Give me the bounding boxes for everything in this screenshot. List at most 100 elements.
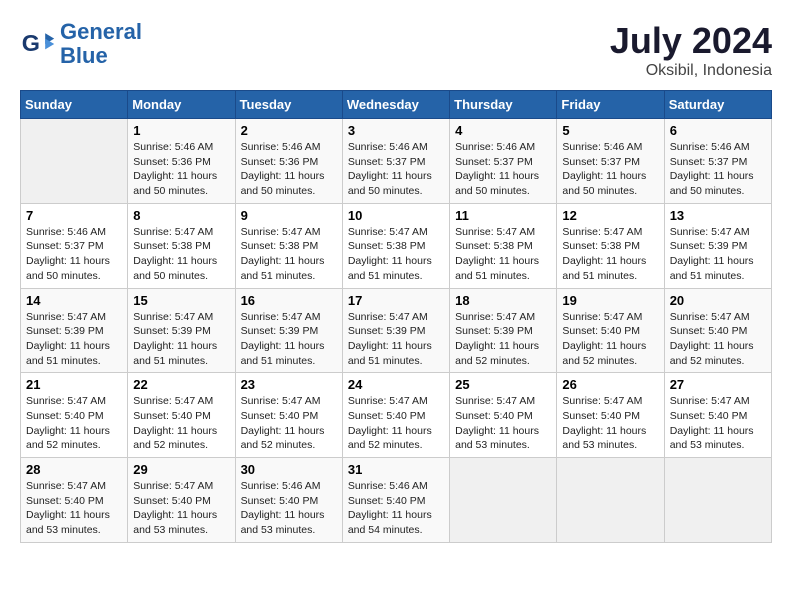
calendar-cell: 27Sunrise: 5:47 AM Sunset: 5:40 PM Dayli… <box>664 373 771 458</box>
logo-text: General Blue <box>60 20 142 68</box>
day-info: Sunrise: 5:47 AM Sunset: 5:38 PM Dayligh… <box>562 225 658 284</box>
day-info: Sunrise: 5:47 AM Sunset: 5:40 PM Dayligh… <box>455 394 551 453</box>
day-info: Sunrise: 5:46 AM Sunset: 5:37 PM Dayligh… <box>455 140 551 199</box>
day-info: Sunrise: 5:47 AM Sunset: 5:40 PM Dayligh… <box>562 310 658 369</box>
title-block: July 2024 Oksibil, Indonesia <box>610 20 772 80</box>
svg-text:G: G <box>22 30 40 56</box>
day-number: 24 <box>348 377 444 392</box>
day-number: 22 <box>133 377 229 392</box>
day-info: Sunrise: 5:47 AM Sunset: 5:39 PM Dayligh… <box>133 310 229 369</box>
day-number: 19 <box>562 293 658 308</box>
day-info: Sunrise: 5:47 AM Sunset: 5:40 PM Dayligh… <box>348 394 444 453</box>
calendar-cell: 4 Sunrise: 5:46 AM Sunset: 5:37 PM Daylig… <box>450 119 557 204</box>
calendar-cell <box>21 119 128 204</box>
day-info: Sunrise: 5:47 AM Sunset: 5:40 PM Dayligh… <box>562 394 658 453</box>
calendar-cell: 31Sunrise: 5:46 AM Sunset: 5:40 PM Dayli… <box>342 458 449 543</box>
calendar-cell: 25Sunrise: 5:47 AM Sunset: 5:40 PM Dayli… <box>450 373 557 458</box>
calendar-cell <box>664 458 771 543</box>
calendar-cell: 19 Sunrise: 5:47 AM Sunset: 5:40 PM Dayli… <box>557 288 664 373</box>
day-info: Sunrise: 5:47 AM Sunset: 5:39 PM Dayligh… <box>670 225 766 284</box>
day-info: Sunrise: 5:46 AM Sunset: 5:40 PM Dayligh… <box>348 479 444 538</box>
header-day: Saturday <box>664 91 771 119</box>
day-number: 21 <box>26 377 122 392</box>
day-info: Sunrise: 5:46 AM Sunset: 5:37 PM Dayligh… <box>670 140 766 199</box>
calendar-cell: 6Sunrise: 5:46 AM Sunset: 5:37 PM Daylig… <box>664 119 771 204</box>
day-number: 20 <box>670 293 766 308</box>
header-day: Tuesday <box>235 91 342 119</box>
calendar-cell: 8Sunrise: 5:47 AM Sunset: 5:38 PM Daylig… <box>128 203 235 288</box>
calendar-cell: 2Sunrise: 5:46 AM Sunset: 5:36 PM Daylig… <box>235 119 342 204</box>
day-number: 14 <box>26 293 122 308</box>
day-info: Sunrise: 5:47 AM Sunset: 5:38 PM Dayligh… <box>455 225 551 284</box>
day-info: Sunrise: 5:46 AM Sunset: 5:36 PM Dayligh… <box>133 140 229 199</box>
day-info: Sunrise: 5:47 AM Sunset: 5:40 PM Dayligh… <box>26 479 122 538</box>
day-number: 12 <box>562 208 658 223</box>
day-info: Sunrise: 5:46 AM Sunset: 5:36 PM Dayligh… <box>241 140 337 199</box>
day-info: Sunrise: 5:47 AM Sunset: 5:40 PM Dayligh… <box>133 479 229 538</box>
day-info: Sunrise: 5:47 AM Sunset: 5:39 PM Dayligh… <box>241 310 337 369</box>
day-number: 30 <box>241 462 337 477</box>
logo: G General Blue <box>20 20 142 68</box>
calendar-cell: 20Sunrise: 5:47 AM Sunset: 5:40 PM Dayli… <box>664 288 771 373</box>
header-day: Sunday <box>21 91 128 119</box>
calendar-body: 1 Sunrise: 5:46 AM Sunset: 5:36 PM Daylig… <box>21 119 772 543</box>
day-info: Sunrise: 5:46 AM Sunset: 5:37 PM Dayligh… <box>562 140 658 199</box>
calendar-cell: 16Sunrise: 5:47 AM Sunset: 5:39 PM Dayli… <box>235 288 342 373</box>
calendar-cell: 23 Sunrise: 5:47 AM Sunset: 5:40 PM Dayli… <box>235 373 342 458</box>
calendar-cell: 18 Sunrise: 5:47 AM Sunset: 5:39 PM Dayli… <box>450 288 557 373</box>
calendar-week-row: 21 Sunrise: 5:47 AM Sunset: 5:40 PM Dayli… <box>21 373 772 458</box>
day-info: Sunrise: 5:46 AM Sunset: 5:37 PM Dayligh… <box>26 225 122 284</box>
header-day: Thursday <box>450 91 557 119</box>
day-number: 1 <box>133 123 229 138</box>
day-number: 26 <box>562 377 658 392</box>
day-number: 29 <box>133 462 229 477</box>
day-info: Sunrise: 5:47 AM Sunset: 5:40 PM Dayligh… <box>241 394 337 453</box>
calendar-week-row: 7 Sunrise: 5:46 AM Sunset: 5:37 PM Daylig… <box>21 203 772 288</box>
calendar-cell: 15 Sunrise: 5:47 AM Sunset: 5:39 PM Dayli… <box>128 288 235 373</box>
header-day: Wednesday <box>342 91 449 119</box>
calendar-subtitle: Oksibil, Indonesia <box>610 62 772 80</box>
day-number: 3 <box>348 123 444 138</box>
day-number: 18 <box>455 293 551 308</box>
day-info: Sunrise: 5:47 AM Sunset: 5:39 PM Dayligh… <box>348 310 444 369</box>
calendar-cell: 13 Sunrise: 5:47 AM Sunset: 5:39 PM Dayli… <box>664 203 771 288</box>
calendar-cell: 22 Sunrise: 5:47 AM Sunset: 5:40 PM Dayli… <box>128 373 235 458</box>
calendar-cell: 11 Sunrise: 5:47 AM Sunset: 5:38 PM Dayli… <box>450 203 557 288</box>
day-info: Sunrise: 5:47 AM Sunset: 5:40 PM Dayligh… <box>133 394 229 453</box>
calendar-cell: 9Sunrise: 5:47 AM Sunset: 5:38 PM Daylig… <box>235 203 342 288</box>
calendar-cell: 14 Sunrise: 5:47 AM Sunset: 5:39 PM Dayli… <box>21 288 128 373</box>
header-day: Monday <box>128 91 235 119</box>
day-number: 7 <box>26 208 122 223</box>
day-number: 5 <box>562 123 658 138</box>
day-info: Sunrise: 5:47 AM Sunset: 5:38 PM Dayligh… <box>348 225 444 284</box>
logo-line2: Blue <box>60 43 108 68</box>
calendar-header: SundayMondayTuesdayWednesdayThursdayFrid… <box>21 91 772 119</box>
day-number: 15 <box>133 293 229 308</box>
logo-icon: G <box>20 26 56 62</box>
calendar-cell: 21Sunrise: 5:47 AM Sunset: 5:40 PM Dayli… <box>21 373 128 458</box>
day-info: Sunrise: 5:46 AM Sunset: 5:37 PM Dayligh… <box>348 140 444 199</box>
day-number: 27 <box>670 377 766 392</box>
day-info: Sunrise: 5:47 AM Sunset: 5:39 PM Dayligh… <box>455 310 551 369</box>
day-info: Sunrise: 5:47 AM Sunset: 5:39 PM Dayligh… <box>26 310 122 369</box>
page-header: G General Blue July 2024 Oksibil, Indone… <box>20 20 772 80</box>
day-number: 10 <box>348 208 444 223</box>
calendar-cell: 12 Sunrise: 5:47 AM Sunset: 5:38 PM Dayli… <box>557 203 664 288</box>
calendar-cell: 24 Sunrise: 5:47 AM Sunset: 5:40 PM Dayli… <box>342 373 449 458</box>
day-number: 17 <box>348 293 444 308</box>
calendar-cell: 10 Sunrise: 5:47 AM Sunset: 5:38 PM Dayli… <box>342 203 449 288</box>
calendar-cell <box>557 458 664 543</box>
calendar-week-row: 14 Sunrise: 5:47 AM Sunset: 5:39 PM Dayli… <box>21 288 772 373</box>
calendar-week-row: 28Sunrise: 5:47 AM Sunset: 5:40 PM Dayli… <box>21 458 772 543</box>
calendar-title: July 2024 <box>610 20 772 62</box>
day-number: 11 <box>455 208 551 223</box>
day-number: 23 <box>241 377 337 392</box>
day-info: Sunrise: 5:47 AM Sunset: 5:38 PM Dayligh… <box>241 225 337 284</box>
calendar-table: SundayMondayTuesdayWednesdayThursdayFrid… <box>20 90 772 543</box>
day-number: 13 <box>670 208 766 223</box>
calendar-cell: 28Sunrise: 5:47 AM Sunset: 5:40 PM Dayli… <box>21 458 128 543</box>
calendar-cell: 5 Sunrise: 5:46 AM Sunset: 5:37 PM Daylig… <box>557 119 664 204</box>
calendar-cell: 1 Sunrise: 5:46 AM Sunset: 5:36 PM Daylig… <box>128 119 235 204</box>
header-day: Friday <box>557 91 664 119</box>
day-number: 4 <box>455 123 551 138</box>
